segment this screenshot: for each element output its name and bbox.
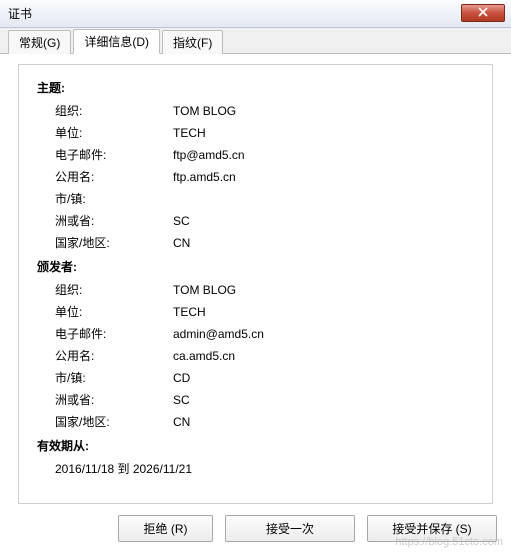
subject-state-row: 洲或省: SC [37, 210, 474, 232]
reject-button[interactable]: 拒绝 (R) [118, 515, 213, 542]
issuer-email-value: admin@amd5.cn [173, 325, 474, 343]
issuer-org-label: 组织: [55, 281, 173, 299]
issuer-cn-row: 公用名: ca.amd5.cn [37, 345, 474, 367]
issuer-unit-value: TECH [173, 303, 474, 321]
issuer-org-row: 组织: TOM BLOG [37, 279, 474, 301]
window-title: 证书 [8, 7, 32, 21]
issuer-city-value: CD [173, 369, 474, 387]
subject-country-label: 国家/地区: [55, 234, 173, 252]
tab-bar: 常规(G) 详细信息(D) 指纹(F) [0, 28, 511, 54]
subject-email-row: 电子邮件: ftp@amd5.cn [37, 144, 474, 166]
subject-org-row: 组织: TOM BLOG [37, 100, 474, 122]
validity-range: 2016/11/18 到 2026/11/21 [37, 458, 474, 480]
subject-state-label: 洲或省: [55, 212, 173, 230]
issuer-city-row: 市/镇: CD [37, 367, 474, 389]
issuer-state-value: SC [173, 391, 474, 409]
dialog-footer: 拒绝 (R) 接受一次 接受并保存 (S) [118, 515, 497, 542]
window-titlebar: 证书 [0, 0, 511, 28]
issuer-email-label: 电子邮件: [55, 325, 173, 343]
subject-country-value: CN [173, 234, 474, 252]
subject-unit-row: 单位: TECH [37, 122, 474, 144]
subject-country-row: 国家/地区: CN [37, 232, 474, 254]
issuer-unit-label: 单位: [55, 303, 173, 321]
issuer-country-label: 国家/地区: [55, 413, 173, 431]
subject-state-value: SC [173, 212, 474, 230]
issuer-unit-row: 单位: TECH [37, 301, 474, 323]
close-icon [478, 7, 488, 17]
subject-city-label: 市/镇: [55, 190, 173, 208]
accept-save-button[interactable]: 接受并保存 (S) [367, 515, 497, 542]
subject-heading: 主题: [37, 79, 474, 96]
close-button[interactable] [461, 4, 505, 22]
issuer-country-row: 国家/地区: CN [37, 411, 474, 433]
subject-email-label: 电子邮件: [55, 146, 173, 164]
subject-city-row: 市/镇: [37, 188, 474, 210]
issuer-heading: 颁发者: [37, 258, 474, 275]
tab-fingerprint[interactable]: 指纹(F) [162, 30, 223, 54]
issuer-email-row: 电子邮件: admin@amd5.cn [37, 323, 474, 345]
subject-unit-label: 单位: [55, 124, 173, 142]
issuer-state-row: 洲或省: SC [37, 389, 474, 411]
issuer-country-value: CN [173, 413, 474, 431]
subject-org-value: TOM BLOG [173, 102, 474, 120]
accept-once-button[interactable]: 接受一次 [225, 515, 355, 542]
issuer-city-label: 市/镇: [55, 369, 173, 387]
validity-heading: 有效期从: [37, 437, 474, 454]
issuer-state-label: 洲或省: [55, 391, 173, 409]
subject-cn-row: 公用名: ftp.amd5.cn [37, 166, 474, 188]
subject-city-value [173, 190, 474, 208]
subject-org-label: 组织: [55, 102, 173, 120]
tab-details[interactable]: 详细信息(D) [73, 29, 160, 54]
subject-cn-label: 公用名: [55, 168, 173, 186]
subject-email-value: ftp@amd5.cn [173, 146, 474, 164]
subject-cn-value: ftp.amd5.cn [173, 168, 474, 186]
issuer-cn-label: 公用名: [55, 347, 173, 365]
details-panel: 主题: 组织: TOM BLOG 单位: TECH 电子邮件: ftp@amd5… [18, 64, 493, 504]
issuer-org-value: TOM BLOG [173, 281, 474, 299]
issuer-cn-value: ca.amd5.cn [173, 347, 474, 365]
tab-general[interactable]: 常规(G) [8, 30, 71, 54]
subject-unit-value: TECH [173, 124, 474, 142]
